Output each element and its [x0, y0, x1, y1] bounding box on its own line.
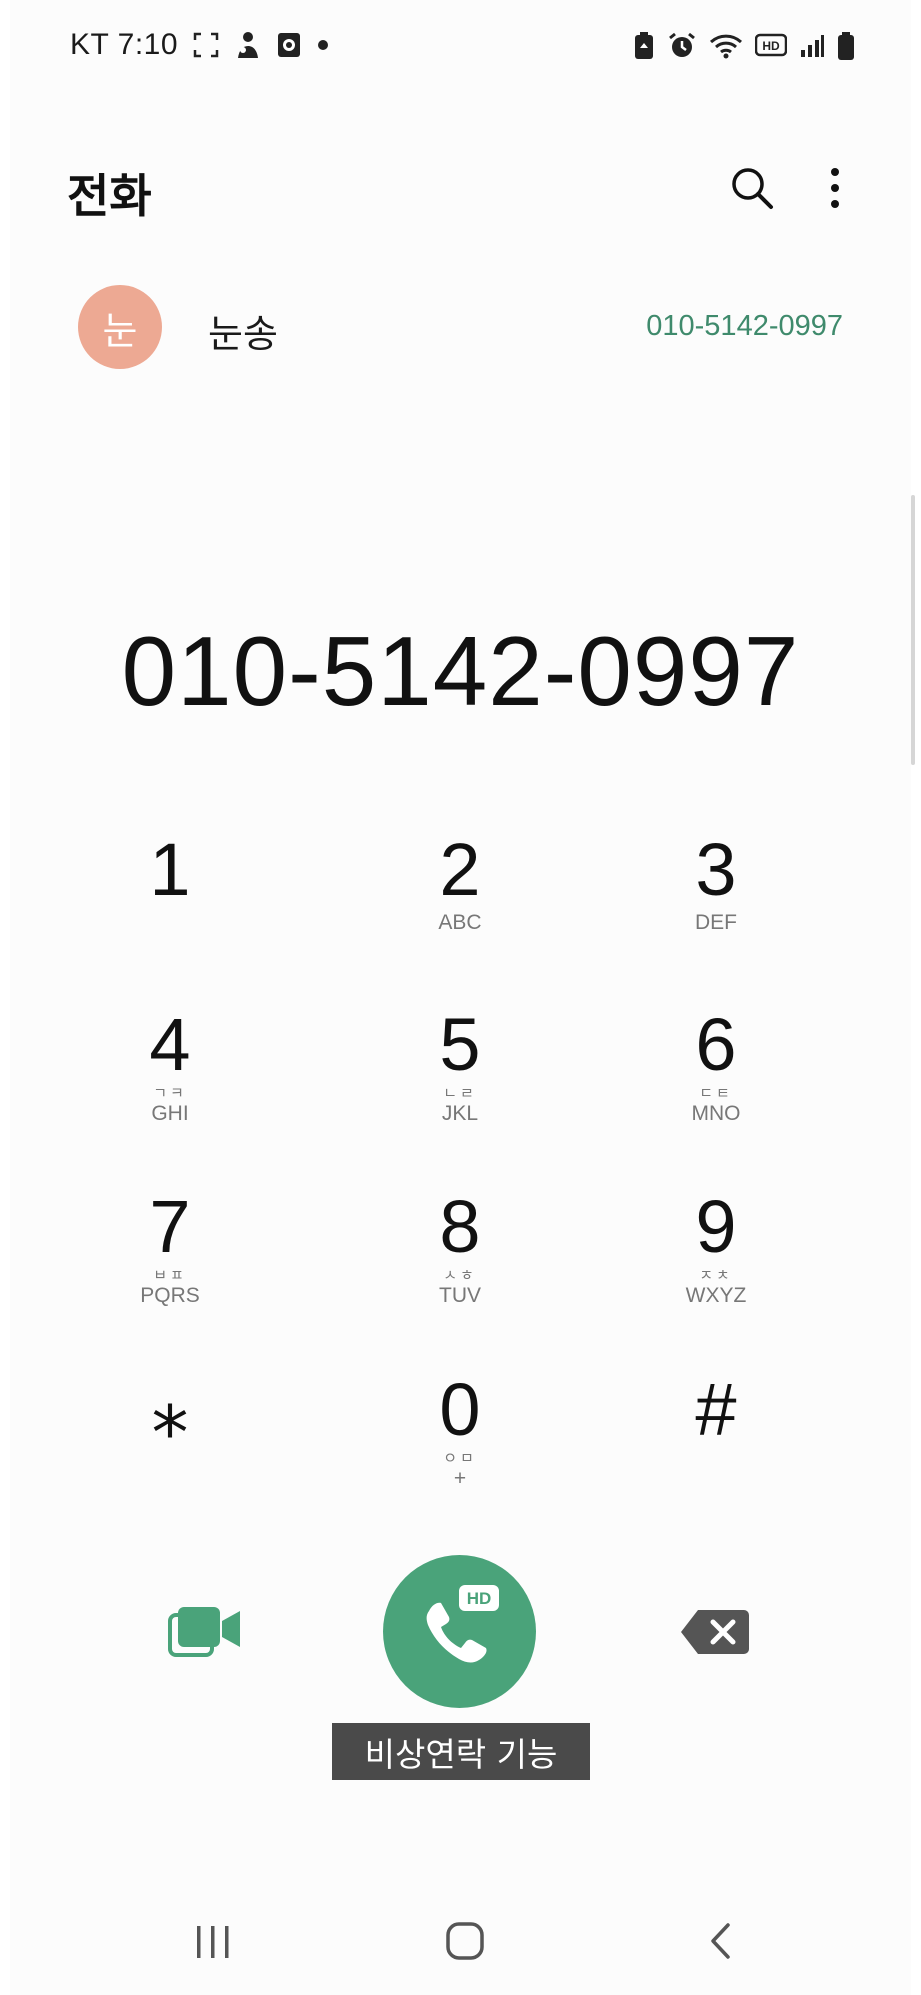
key-hangul: ㄱㅋ: [153, 1084, 187, 1102]
hd-voice-call-icon: HD: [426, 1585, 499, 1663]
key-letters: JKL: [441, 1102, 479, 1125]
alarm-icon: [667, 31, 697, 61]
key-hangul: ㅅㅎ: [443, 1266, 477, 1284]
key-letters: +: [453, 1467, 467, 1490]
hd-voice-icon: HD: [755, 33, 787, 59]
key-6[interactable]: 6 ㄷㅌ MNO: [616, 1005, 816, 1165]
contact-number: 010-5142-0997: [646, 310, 843, 342]
key-digit: 1: [149, 828, 191, 911]
key-hangul: ㄴㄹ: [443, 1084, 477, 1102]
call-button[interactable]: HD: [383, 1555, 536, 1708]
video-call-button[interactable]: [168, 1601, 244, 1663]
key-letters: PQRS: [140, 1284, 200, 1307]
key-letters: DEF: [695, 911, 737, 934]
key-5[interactable]: 5 ㄴㄹ JKL: [360, 1005, 560, 1165]
hd-voice-label: HD: [762, 39, 780, 53]
carrier-time: KT 7:10: [70, 28, 179, 61]
key-9[interactable]: 9 ㅈㅊ WXYZ: [616, 1187, 816, 1347]
recent-apps-button[interactable]: [193, 1922, 233, 1962]
back-button[interactable]: [706, 1920, 736, 1962]
dialed-number[interactable]: 010-5142-0997: [0, 615, 921, 728]
key-letters: GHI: [151, 1102, 189, 1125]
battery-saver-icon: [633, 31, 655, 61]
key-letters: TUV: [439, 1284, 481, 1307]
key-4[interactable]: 4 ㄱㅋ GHI: [70, 1005, 270, 1165]
key-1[interactable]: 1: [70, 830, 270, 990]
key-letters: ABC: [438, 911, 482, 934]
key-star[interactable]: ⁎: [70, 1370, 270, 1530]
status-left: KT 7:10: [70, 24, 330, 66]
key-hash[interactable]: #: [616, 1370, 816, 1530]
key-hangul: ㅇㅁ: [443, 1449, 477, 1467]
key-digit: 0: [439, 1368, 481, 1451]
screen-edge-right: [911, 0, 921, 1995]
status-right: HD: [633, 26, 855, 66]
key-2[interactable]: 2 ABC: [360, 830, 560, 990]
dot-icon: [316, 38, 330, 52]
key-0[interactable]: 0 ㅇㅁ +: [360, 1370, 560, 1530]
key-letters: WXYZ: [685, 1284, 747, 1307]
key-digit: 2: [439, 828, 481, 911]
wifi-icon: [709, 32, 743, 60]
key-hangul: ㅈㅊ: [699, 1266, 733, 1284]
key-hangul: ㅂㅍ: [153, 1266, 187, 1284]
key-hangul: ㄷㅌ: [699, 1084, 733, 1102]
app-header: 전화: [0, 150, 921, 230]
media-notification-icon: [276, 31, 302, 59]
contact-name: 눈송: [208, 312, 278, 356]
key-digit: 9: [695, 1185, 737, 1268]
status-bar: KT 7:10 HD: [0, 0, 921, 90]
back-icon: [711, 1923, 730, 1959]
search-icon: [732, 168, 773, 209]
more-options-button[interactable]: [820, 164, 850, 212]
call-badge-label: HD: [467, 1589, 492, 1608]
key-8[interactable]: 8 ㅅㅎ TUV: [360, 1187, 560, 1347]
suggested-contact-row[interactable]: 눈 눈송 010-5142-0997: [60, 280, 860, 375]
key-digit: ⁎: [151, 1368, 189, 1451]
key-digit: 8: [439, 1185, 481, 1268]
video-caption: 비상연락 기능: [332, 1723, 590, 1780]
key-letters: MNO: [691, 1102, 741, 1125]
backspace-button[interactable]: [680, 1608, 750, 1656]
battery-icon: [837, 31, 855, 61]
key-7[interactable]: 7 ㅂㅍ PQRS: [70, 1187, 270, 1347]
signal-icon: [799, 33, 825, 59]
key-digit: #: [695, 1368, 737, 1451]
app-notification-icon: [234, 30, 262, 60]
key-digit: 4: [149, 1003, 191, 1086]
key-digit: 7: [149, 1185, 191, 1268]
recent-apps-icon: [197, 1926, 229, 1958]
key-3[interactable]: 3 DEF: [616, 830, 816, 990]
backspace-icon: [681, 1610, 749, 1654]
more-vertical-icon: [831, 168, 839, 208]
key-digit: 5: [439, 1003, 481, 1086]
video-call-icon: [168, 1607, 240, 1657]
screenshot-frame-icon: [192, 31, 220, 59]
home-icon: [446, 1922, 484, 1960]
screen-edge-left: [0, 0, 10, 1995]
home-button[interactable]: [444, 1920, 486, 1962]
key-digit: 6: [695, 1003, 737, 1086]
search-button[interactable]: [728, 164, 776, 212]
avatar: 눈: [78, 285, 162, 369]
page-title: 전화: [67, 169, 152, 223]
key-digit: 3: [695, 828, 737, 911]
key-hangul: [70, 910, 270, 926]
